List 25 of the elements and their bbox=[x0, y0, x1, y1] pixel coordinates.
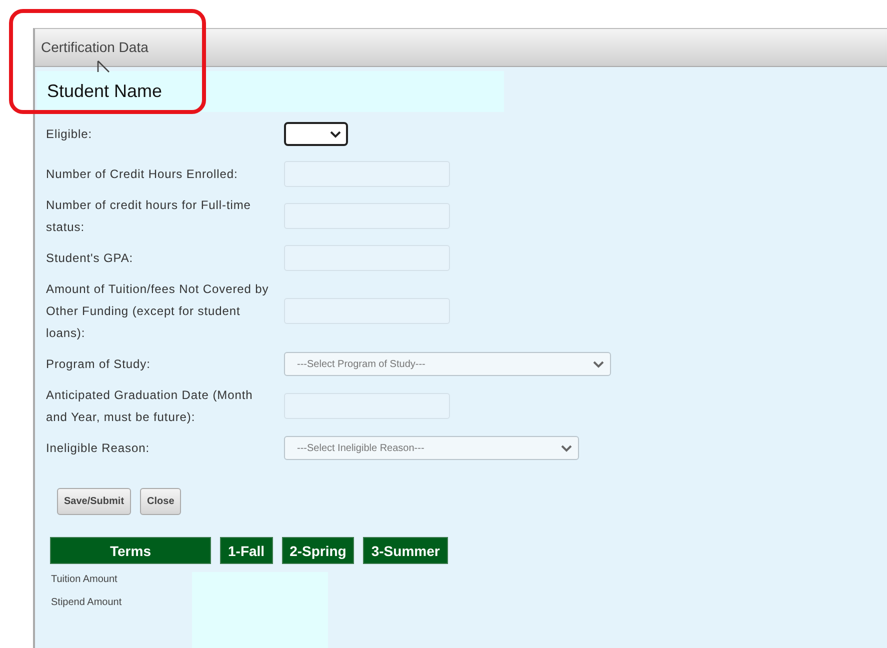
student-name: Student Name bbox=[47, 80, 162, 102]
form-button[interactable]: Save/Submit bbox=[57, 488, 132, 515]
dropdown[interactable] bbox=[284, 122, 348, 146]
field-label: Amount of Tuition/fees Not Covered by Other Funding (except for student loans): bbox=[46, 281, 270, 342]
chevron-icon bbox=[561, 444, 572, 452]
field-label: Ineligible Reason: bbox=[46, 440, 150, 457]
field-label: Number of credit hours for Full-time status: bbox=[46, 197, 252, 236]
column-header: Terms bbox=[50, 537, 211, 564]
field-label: Eligible: bbox=[46, 126, 94, 143]
column-header: 1-Fall bbox=[220, 537, 273, 564]
field-label: Student's GPA: bbox=[46, 250, 134, 267]
panel-title: Certification Data bbox=[41, 39, 148, 56]
column-header: 2-Spring bbox=[282, 537, 354, 564]
form-button[interactable]: Close bbox=[140, 488, 182, 515]
row-label: Tuition Amount bbox=[51, 574, 118, 585]
dropdown[interactable]: ---Select Ineligible Reason--- bbox=[284, 436, 579, 460]
cursor-icon bbox=[97, 60, 111, 74]
row-label: Stipend Amount bbox=[51, 597, 123, 608]
field-label: Anticipated Graduation Date (Month and Year, must be future): bbox=[46, 387, 254, 426]
column-header: 3-Summer bbox=[363, 537, 448, 564]
field-label: Number of Credit Hours Enrolled: bbox=[46, 166, 239, 183]
chevron-icon bbox=[330, 130, 341, 138]
dropdown[interactable]: ---Select Program of Study--- bbox=[284, 352, 611, 376]
chevron-icon bbox=[593, 360, 604, 368]
field-label: Program of Study: bbox=[46, 356, 152, 373]
